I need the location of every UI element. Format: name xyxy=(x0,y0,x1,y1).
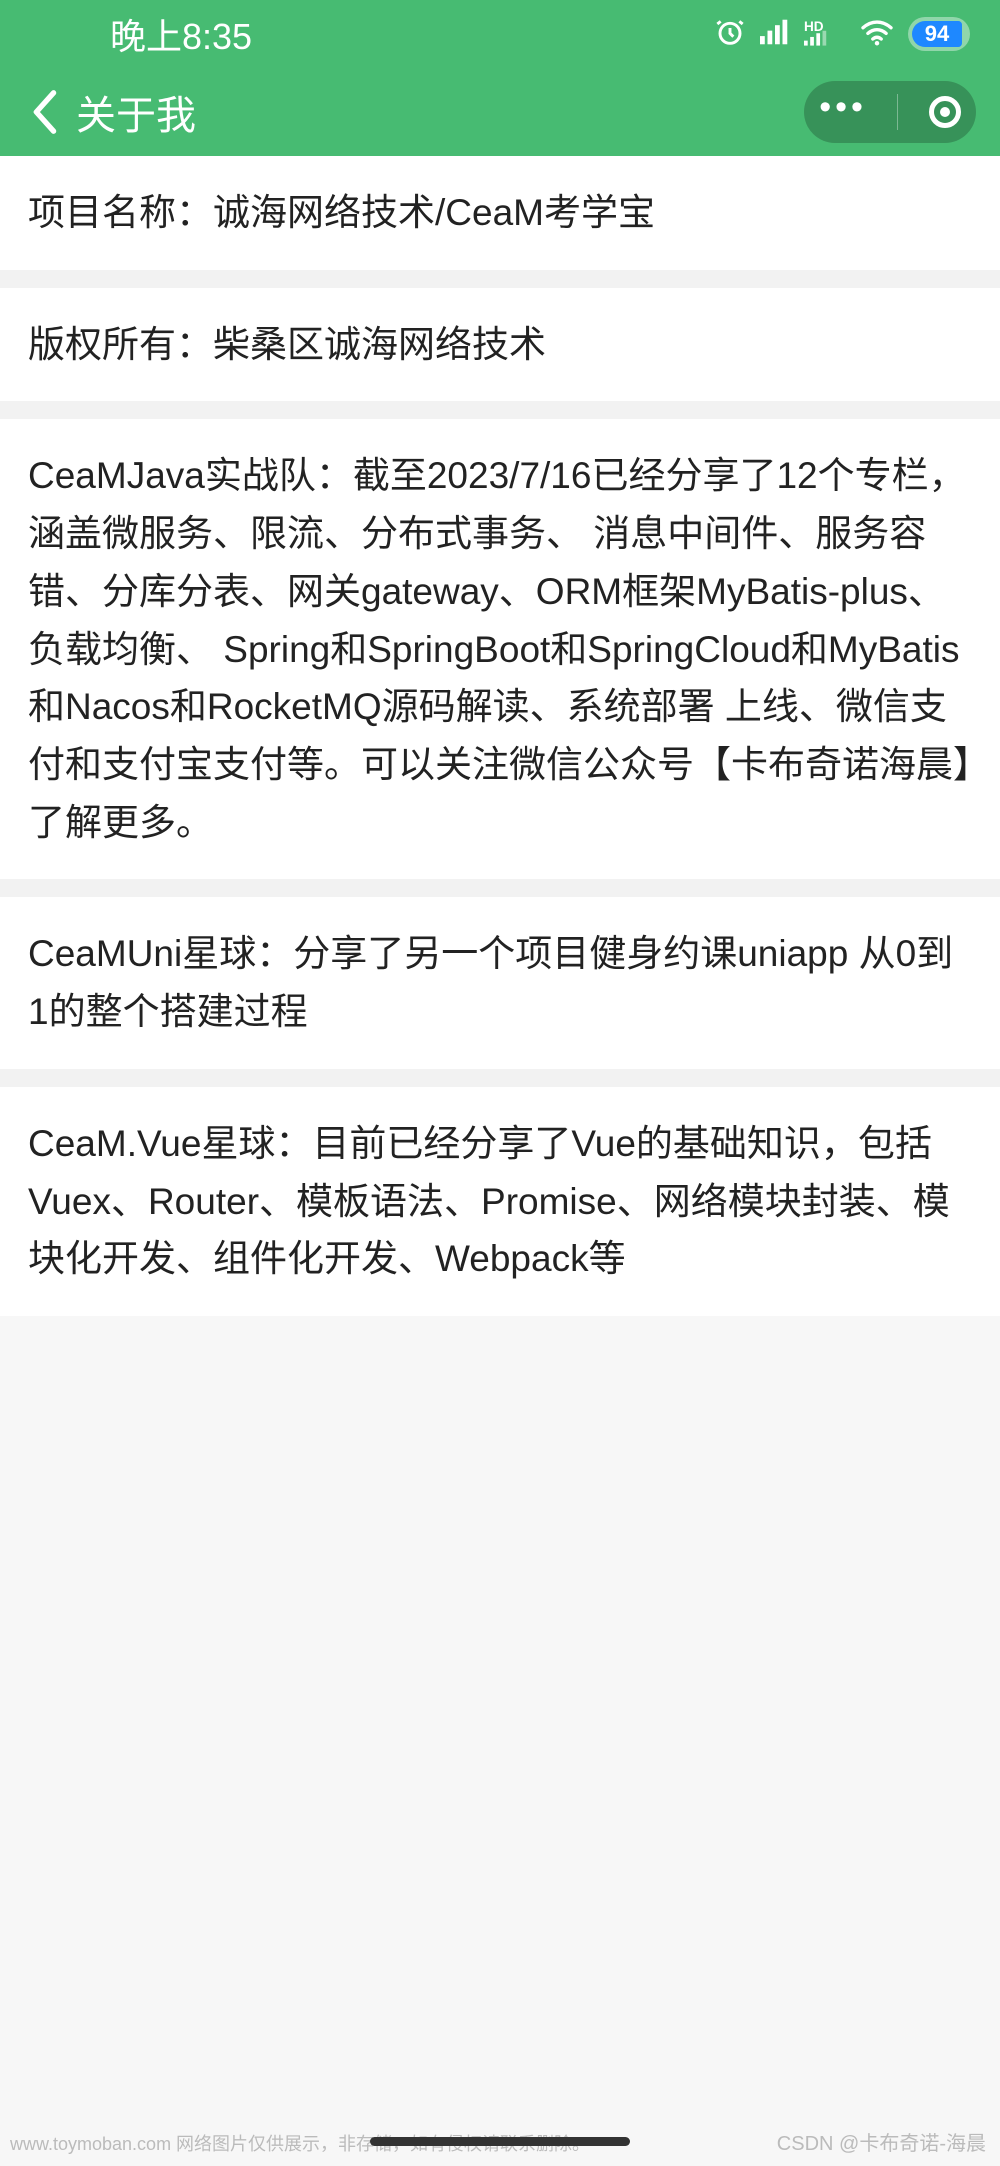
wifi-icon xyxy=(860,18,894,51)
battery-percent: 94 xyxy=(912,21,962,47)
info-card: CeaMJava实战队：截至2023/7/16已经分享了12个专栏，涵盖微服务、… xyxy=(0,419,1000,879)
content-area: 项目名称：诚海网络技术/CeaM考学宝 版权所有：柴桑区诚海网络技术 CeaMJ… xyxy=(0,156,1000,1316)
signal-icon xyxy=(760,19,790,50)
back-button[interactable] xyxy=(30,89,58,135)
watermark-author: CSDN @卡布奇诺-海晨 xyxy=(777,2127,986,2156)
alarm-icon xyxy=(714,16,746,53)
status-bar: 晚上8:35 HD 94 xyxy=(0,0,1000,68)
svg-text:HD: HD xyxy=(804,18,824,33)
home-indicator[interactable] xyxy=(370,2137,630,2146)
ceam-uni-text: CeaMUni星球：分享了另一个项目健身约课uniapp 从0到1的整个搭建过程 xyxy=(28,925,972,1040)
close-button[interactable] xyxy=(929,96,961,128)
page-title: 关于我 xyxy=(76,83,196,141)
ceam-java-text: CeaMJava实战队：截至2023/7/16已经分享了12个专栏，涵盖微服务、… xyxy=(28,447,972,851)
menu-button[interactable]: ••• xyxy=(819,90,867,134)
ceam-vue-text: CeaM.Vue星球：目前已经分享了Vue的基础知识，包括Vuex、Router… xyxy=(28,1115,972,1288)
info-card: 版权所有：柴桑区诚海网络技术 xyxy=(0,288,1000,402)
nav-bar: 关于我 ••• xyxy=(0,68,1000,156)
copyright-text: 版权所有：柴桑区诚海网络技术 xyxy=(28,316,972,374)
status-time: 晚上8:35 xyxy=(110,8,252,60)
project-name-text: 项目名称：诚海网络技术/CeaM考学宝 xyxy=(28,184,972,242)
info-card: CeaM.Vue星球：目前已经分享了Vue的基础知识，包括Vuex、Router… xyxy=(0,1087,1000,1316)
status-icons: HD 94 xyxy=(714,16,970,53)
miniprogram-capsule: ••• xyxy=(804,81,976,143)
capsule-divider xyxy=(897,94,898,130)
info-card: 项目名称：诚海网络技术/CeaM考学宝 xyxy=(0,156,1000,270)
info-card: CeaMUni星球：分享了另一个项目健身约课uniapp 从0到1的整个搭建过程 xyxy=(0,897,1000,1068)
hd-signal-icon: HD xyxy=(804,17,846,52)
battery-indicator: 94 xyxy=(908,17,970,51)
